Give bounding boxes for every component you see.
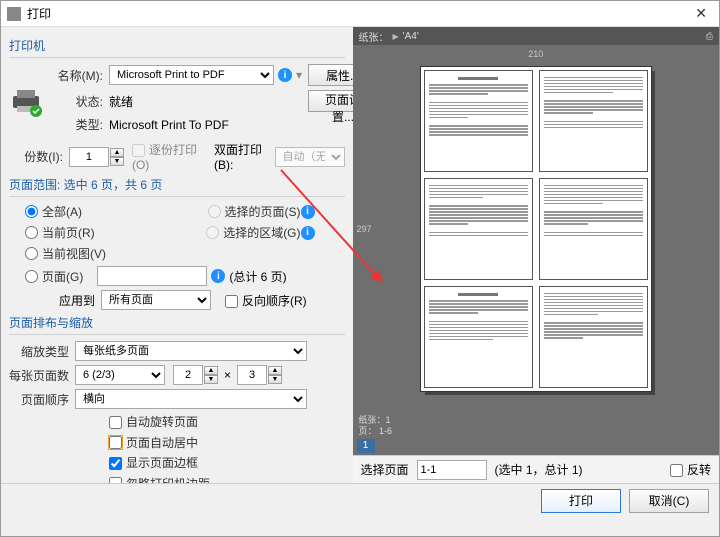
auto-rotate-checkbox[interactable] (109, 416, 122, 429)
properties-button[interactable]: 属性... (308, 64, 353, 86)
printer-icon (9, 84, 43, 118)
collate-checkbox (132, 144, 145, 157)
mini-page (539, 70, 648, 172)
spin-down-icon[interactable]: ▼ (110, 157, 124, 166)
select-info: (选中 1，总计 1) (495, 461, 583, 478)
mini-page (424, 286, 533, 388)
window-titlebar: 打印 ✕ (1, 1, 719, 27)
section-printer: 打印机 (9, 37, 345, 54)
mini-page (424, 70, 533, 172)
preview-panel: 纸张：▶'A4' ⎙ 210 297 纸张：1 页： 1-6 1 选择页面 (353, 27, 719, 483)
pps-label: 每张页面数 (9, 367, 69, 384)
ruler-width: 210 (528, 49, 543, 59)
section-range: 页面范围: 选中 6 页，共 6 页 (9, 176, 345, 193)
apply-to-select[interactable]: 所有页面 (101, 290, 211, 310)
page-order-label: 页面顺序 (9, 391, 69, 408)
ruler-height: 297 (357, 224, 372, 234)
dialog-footer: 打印 取消(C) (1, 483, 719, 517)
zoom-type-select[interactable]: 每张纸多页面 (75, 341, 307, 361)
duplex-select: 自动（无） (275, 147, 345, 167)
section-layout: 页面排布与缩放 (9, 314, 345, 331)
settings-panel: 打印机 名称(M): Microsoft Print to PDF i ▾ 属性… (1, 27, 353, 483)
status-label: 状态: (43, 93, 103, 110)
mini-page (539, 286, 648, 388)
info-icon[interactable]: i (211, 269, 225, 283)
pps-select[interactable]: 6 (2/3) (75, 365, 165, 385)
spin-up-icon[interactable]: ▲ (110, 148, 124, 157)
rows-input[interactable] (237, 365, 267, 385)
apply-to-label: 应用到 (59, 292, 95, 309)
info-paper: 纸张：1 (359, 415, 713, 426)
name-label: 名称(M): (43, 67, 103, 84)
status-value: 就绪 (109, 93, 133, 110)
reverse-preview-checkbox[interactable] (670, 464, 683, 477)
reverse-checkbox[interactable] (225, 295, 238, 308)
triangle-icon: ▶ (393, 32, 399, 41)
times-label: × (224, 368, 231, 382)
print-button[interactable]: 打印 (541, 489, 621, 513)
type-label: 类型: (43, 116, 103, 133)
radio-pages[interactable] (25, 270, 38, 283)
zoom-type-label: 缩放类型 (9, 343, 69, 360)
radio-selected-pages (208, 205, 221, 218)
select-page-input[interactable] (417, 460, 487, 480)
ignore-margin-checkbox[interactable] (109, 477, 122, 483)
page-tab[interactable]: 1 (357, 439, 375, 453)
mini-page (424, 178, 533, 280)
close-icon[interactable]: ✕ (689, 5, 713, 22)
radio-selected-area (206, 226, 219, 239)
info-icon[interactable]: i (278, 68, 292, 82)
duplex-label: 双面打印(B): (214, 141, 275, 172)
page-nav: 纸张：1 页： 1-6 1 (353, 413, 719, 455)
dropdown-icon[interactable]: ▾ (296, 68, 308, 82)
info-pages: 页： 1-6 (359, 426, 713, 437)
show-border-checkbox[interactable] (109, 457, 122, 470)
select-page-label: 选择页面 (361, 461, 409, 478)
mini-page (539, 178, 648, 280)
auto-center-checkbox[interactable] (109, 436, 122, 449)
radio-current-view[interactable] (25, 247, 38, 260)
info-icon[interactable]: i (301, 226, 315, 240)
preview-bottom: 选择页面 (选中 1，总计 1) 反转 (353, 455, 719, 483)
copies-input[interactable] (69, 147, 109, 167)
cols-input[interactable] (173, 365, 203, 385)
app-icon (7, 7, 21, 21)
window-title: 打印 (27, 5, 689, 22)
type-value: Microsoft Print To PDF (109, 118, 229, 132)
info-icon[interactable]: i (301, 205, 315, 219)
copies-label: 份数(I): (9, 148, 63, 165)
cancel-button[interactable]: 取消(C) (629, 489, 709, 513)
copies-stepper[interactable]: ▲▼ (69, 147, 124, 167)
total-pages: (总计 6 页) (229, 268, 286, 285)
preview-sheet (421, 67, 651, 391)
page-order-select[interactable]: 横向 (75, 389, 307, 409)
page-setup-button[interactable]: 页面设置... (308, 90, 353, 112)
radio-current[interactable] (25, 226, 38, 239)
printer-select[interactable]: Microsoft Print to PDF (109, 65, 274, 85)
preview-header: 纸张：▶'A4' ⎙ (353, 27, 719, 45)
pages-input (97, 266, 207, 286)
radio-all[interactable] (25, 205, 38, 218)
